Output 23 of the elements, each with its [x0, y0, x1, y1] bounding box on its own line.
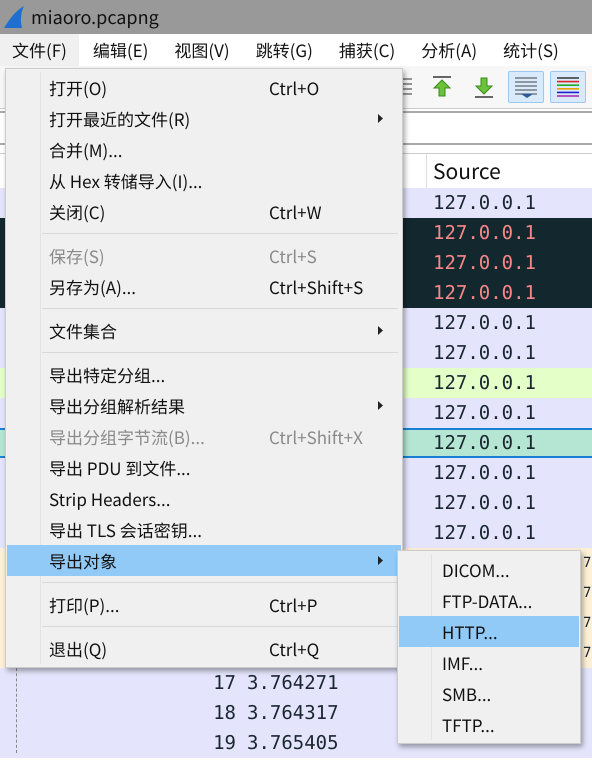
- table-cell: 7: [583, 615, 592, 631]
- table-cell-text: 19: [212, 732, 236, 754]
- table-cell-text: 127.0.0.1: [433, 492, 537, 514]
- table-cell-text: 127.0.0.1: [433, 312, 537, 334]
- table-cell-text: 3.764317: [246, 702, 340, 724]
- table-cell-text: 127.0.0.1: [433, 342, 537, 364]
- table-cell: 7: [583, 645, 592, 661]
- table-cell-text: 127.0.0.1: [433, 462, 537, 484]
- table-cell-text: 18: [212, 702, 236, 724]
- table-cell-text: 127.0.0.1: [433, 372, 537, 394]
- window-title: miaoro.pcapng: [31, 4, 159, 30]
- table-cell-text: 127.0.0.1: [433, 222, 537, 244]
- table-cell-text: 127.0.0.1: [433, 432, 537, 454]
- table-cell: 7: [583, 585, 592, 601]
- table-cell-text: 3.765405: [246, 732, 340, 754]
- table-cell-text: 127.0.0.1: [433, 402, 537, 424]
- table-cell-text: 127.0.0.1: [433, 252, 537, 274]
- table-cell-text: 127.0.0.1: [433, 522, 537, 544]
- table-cell-text: 127.0.0.1: [433, 192, 537, 214]
- table-cell-text: 127.0.0.1: [433, 282, 537, 304]
- table-cell-text: 17: [212, 672, 236, 694]
- table-cell: 7: [583, 555, 592, 571]
- table-cell-text: 3.764271: [246, 672, 340, 694]
